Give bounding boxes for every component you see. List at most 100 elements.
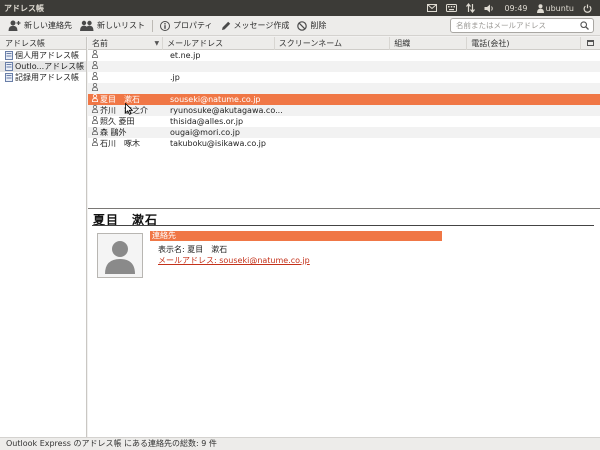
contact-name: 夏目 漱石: [100, 95, 140, 104]
clock-label[interactable]: 09:49: [504, 4, 527, 13]
contact-phone-cell: [482, 83, 600, 94]
compose-button[interactable]: メッセージ作成: [217, 17, 294, 35]
contact-organization-cell: [402, 127, 482, 138]
contact-name: 芥川 龍之介: [100, 106, 148, 115]
contact-name-cell: 森 鷗外: [88, 127, 166, 138]
pencil-icon: [221, 21, 230, 30]
table-row[interactable]: [88, 83, 600, 94]
toolbar-separator: [152, 19, 153, 32]
new-list-button[interactable]: 新しいリスト: [76, 17, 149, 35]
email-link[interactable]: メールアドレス: souseki@natume.co.jp: [158, 255, 310, 266]
system-tray: 09:49 ubuntu: [427, 3, 600, 13]
address-book-header: アドレス帳: [0, 37, 86, 50]
user-name: ubuntu: [545, 3, 575, 13]
address-book-label: 記録用アドレス帳: [15, 73, 79, 82]
column-header-email[interactable]: メールアドレス: [163, 37, 275, 50]
user-menu[interactable]: ubuntu: [536, 3, 575, 13]
table-row[interactable]: 石川 啄木 takuboku@isikawa.co.jp: [88, 138, 600, 149]
heading-rule: [92, 225, 594, 226]
column-header-organization[interactable]: 組織: [390, 37, 468, 50]
contact-email-cell: thisida@alles.or.jp: [170, 117, 244, 126]
table-row[interactable]: [88, 61, 600, 72]
avatar: [97, 233, 143, 278]
contact-organization-cell: [402, 94, 482, 105]
contact-screenname-cell: [282, 116, 402, 127]
power-icon[interactable]: [583, 4, 592, 13]
table-row[interactable]: 照久 菱田 thisida@alles.or.jp: [88, 116, 600, 127]
contact-screenname-cell: [282, 105, 402, 116]
contact-screenname-cell: [282, 50, 402, 61]
contact-icon: [91, 83, 99, 94]
address-book-collected[interactable]: 記録用アドレス帳: [0, 72, 86, 83]
table-row[interactable]: 森 鷗外 ougai@mori.co.jp: [88, 127, 600, 138]
new-list-label: 新しいリスト: [97, 21, 145, 30]
table-row[interactable]: 芥川 龍之介 ryunosuke@akutagawa.co...: [88, 105, 600, 116]
contact-phone-cell: [482, 50, 600, 61]
contact-email-cell: ryunosuke@akutagawa.co...: [170, 106, 282, 115]
delete-label: 削除: [310, 21, 327, 30]
contact-organization-cell: [402, 61, 482, 72]
delete-button[interactable]: 削除: [293, 17, 330, 35]
mail-icon[interactable]: [427, 4, 438, 12]
top-panel: アドレス帳 09:49 ubuntu: [0, 0, 600, 16]
search-input[interactable]: [456, 21, 576, 30]
column-header-work-phone[interactable]: 電話(会社): [467, 37, 581, 50]
table-row[interactable]: .jp: [88, 72, 600, 83]
contact-icon: [91, 105, 99, 116]
address-book-pane: アドレス帳 個人用アドレス帳 Outlo...アドレス帳 記録用アドレス帳: [0, 37, 87, 437]
contact-screenname-cell: [282, 127, 402, 138]
properties-label: プロパティ: [173, 21, 213, 30]
contact-phone-cell: [482, 72, 600, 83]
contact-icon: [91, 116, 99, 127]
contact-organization-cell: [402, 83, 482, 94]
contact-email-cell: et.ne.jp: [170, 51, 201, 60]
new-list-icon: [80, 20, 94, 31]
contact-organization-cell: [402, 105, 482, 116]
contact-screenname-cell: [282, 94, 402, 105]
column-picker-icon[interactable]: [581, 37, 600, 49]
address-book-outlook[interactable]: Outlo...アドレス帳: [0, 61, 86, 72]
compose-label: メッセージ作成: [233, 21, 290, 30]
contact-name-cell: [88, 72, 166, 83]
contact-name: 森 鷗外: [100, 128, 127, 137]
new-contact-button[interactable]: 新しい連絡先: [4, 17, 76, 35]
contact-table: 名前 ▼ メールアドレス スクリーンネーム 組織 電話(会社) et.ne.jp…: [88, 37, 600, 208]
column-header-screenname[interactable]: スクリーンネーム: [275, 37, 391, 50]
contact-screenname-cell: [282, 138, 402, 149]
network-icon[interactable]: [466, 3, 476, 13]
sort-arrow-icon: ▼: [154, 40, 160, 47]
column-header-name[interactable]: 名前 ▼: [88, 37, 164, 50]
search-icon[interactable]: [580, 21, 589, 32]
contact-screenname-cell: [282, 83, 402, 94]
contact-email-cell: souseki@natume.co.jp: [170, 95, 261, 104]
contact-icon: [91, 72, 99, 83]
contact-name-cell: 照久 菱田: [88, 116, 166, 127]
contact-icon: [91, 94, 99, 105]
address-book-personal[interactable]: 個人用アドレス帳: [0, 50, 86, 61]
user-icon: [536, 3, 544, 13]
address-book-icon: [5, 51, 13, 60]
contact-name-cell: [88, 61, 166, 72]
address-book-label: 個人用アドレス帳: [15, 51, 79, 60]
mouse-pointer-icon: [125, 102, 134, 117]
contact-detail-pane: 夏目 漱石 連絡先 表示名: 夏目 漱石 メールアドレス: souseki@na…: [88, 209, 600, 437]
window-title: アドレス帳: [4, 3, 44, 13]
contact-icon: [91, 61, 99, 72]
contact-name: 照久 菱田: [100, 117, 135, 126]
search-box[interactable]: [450, 18, 594, 33]
contact-phone-cell: [482, 116, 600, 127]
address-book-icon: [5, 62, 13, 71]
contact-name-cell: [88, 83, 166, 94]
contact-organization-cell: [402, 50, 482, 61]
table-header: 名前 ▼ メールアドレス スクリーンネーム 組織 電話(会社): [88, 37, 600, 50]
contact-phone-cell: [482, 94, 600, 105]
properties-button[interactable]: プロパティ: [156, 17, 217, 35]
keyboard-icon[interactable]: [446, 4, 458, 12]
contact-email-cell: takuboku@isikawa.co.jp: [170, 139, 266, 148]
contact-email-cell: ougai@mori.co.jp: [170, 128, 240, 137]
volume-icon[interactable]: [484, 4, 495, 13]
table-row[interactable]: et.ne.jp: [88, 50, 600, 61]
contact-phone-cell: [482, 127, 600, 138]
table-body: et.ne.jp .jp 夏目 漱石 souseki@natume.co.jp 芥川 龍…: [88, 50, 600, 149]
table-row[interactable]: 夏目 漱石 souseki@natume.co.jp: [88, 94, 600, 105]
